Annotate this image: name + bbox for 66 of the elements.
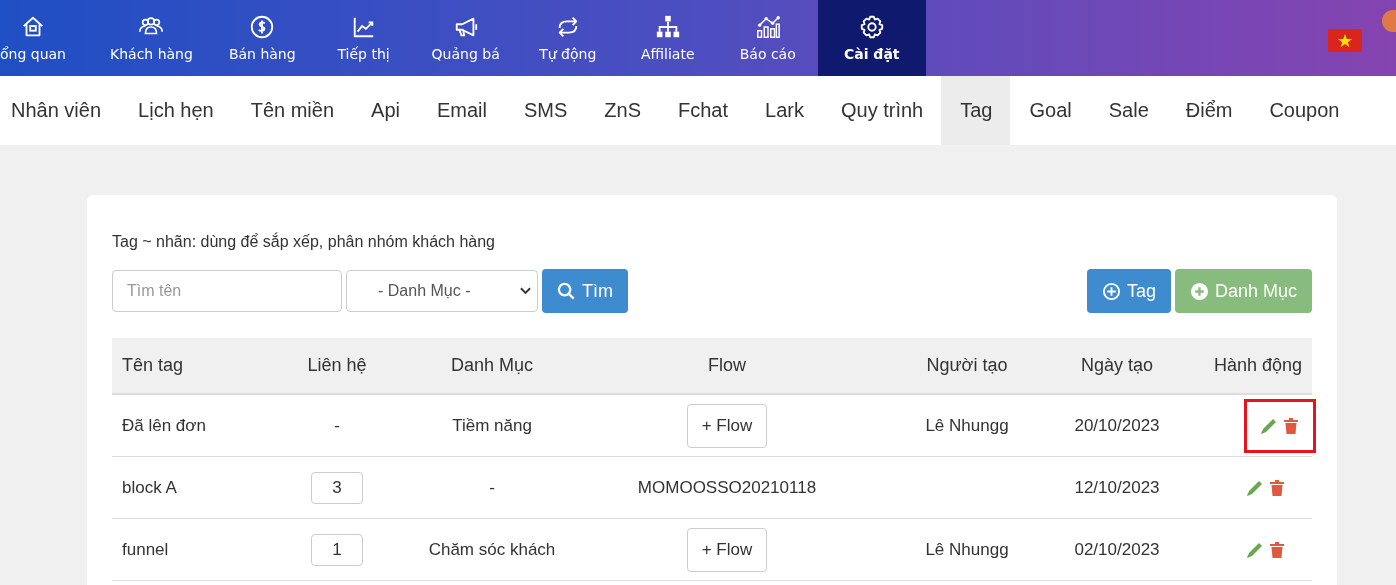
contact-count[interactable]: 1 <box>311 533 363 566</box>
created-date: 20/10/2023 <box>1074 415 1160 435</box>
settings-icon <box>858 14 885 40</box>
top-nav-item[interactable]: Tiếp thị <box>313 0 414 76</box>
settings-tab[interactable]: Tên miền <box>231 76 353 145</box>
top-nav-item[interactable]: Tự động <box>517 0 618 76</box>
contact-count: - <box>334 415 340 435</box>
settings-tab[interactable]: Quy trình <box>821 76 942 145</box>
top-nav-item[interactable]: Báo cáo <box>717 0 818 76</box>
settings-tab[interactable]: Lịch hẹn <box>119 76 232 145</box>
creator-name: Lê Nhungg <box>925 415 1009 435</box>
user-avatar[interactable] <box>1382 10 1396 32</box>
description-text: Tag ~ nhãn: dùng để sắp xếp, phân nhóm khách hàng <box>112 233 496 251</box>
category-name: Tiềm năng <box>452 415 532 435</box>
settings-tab[interactable]: Email <box>417 76 505 145</box>
creator-name: Lê Nhungg <box>925 539 1009 559</box>
add-flow-button[interactable]: + Flow <box>686 527 768 572</box>
settings-tab[interactable]: Coupon <box>1250 76 1358 145</box>
settings-tab[interactable]: SMS <box>505 76 586 145</box>
created-date: 12/10/2023 <box>1074 477 1160 497</box>
top-nav-item[interactable]: Cài đặt <box>817 0 926 76</box>
tag-name: funnel <box>122 539 169 559</box>
top-nav-item[interactable]: ổng quan <box>0 0 92 76</box>
settings-tab[interactable]: Tag <box>941 76 1011 145</box>
flow-name: MOMOOSSO20210118 <box>637 477 817 497</box>
created-date: 02/10/2023 <box>1074 539 1160 559</box>
top-nav-item[interactable]: Affiliate <box>617 0 718 76</box>
search-button[interactable]: Tìm <box>542 269 628 313</box>
trash-icon[interactable] <box>1281 415 1301 436</box>
settings-tab[interactable]: ZnS <box>585 76 659 145</box>
tag-name: block A <box>122 477 177 497</box>
column-header: Người tạo <box>882 338 1052 394</box>
sitemap-icon <box>654 14 681 40</box>
dollar-icon <box>249 14 276 40</box>
column-header: Danh Mục <box>412 338 572 394</box>
trash-icon[interactable] <box>1267 539 1287 560</box>
category-select[interactable]: - Danh Mục - <box>346 270 538 312</box>
column-header: Flow <box>572 338 882 394</box>
settings-tab[interactable]: Sale <box>1089 76 1167 145</box>
column-header: Hành động <box>1182 338 1312 394</box>
column-header: Liên hệ <box>262 338 412 394</box>
add-flow-button[interactable]: + Flow <box>686 403 768 448</box>
top-nav-item[interactable]: Bán hàng <box>210 0 314 76</box>
settings-tab[interactable]: Nhân viên <box>0 76 120 145</box>
vietnam-flag-icon[interactable] <box>1328 28 1362 52</box>
settings-tab[interactable]: Lark <box>746 76 822 145</box>
chevron-down-icon <box>520 287 531 295</box>
tag-name: Đã lên đơn <box>122 415 206 435</box>
category-name: Chăm sóc khách <box>428 539 556 559</box>
search-icon <box>557 281 576 301</box>
top-nav-item[interactable]: Quảng bá <box>413 0 518 76</box>
top-nav-item[interactable]: Khách hàng <box>92 0 211 76</box>
settings-tab[interactable]: Điểm <box>1166 76 1251 145</box>
settings-tab[interactable]: Goal <box>1010 76 1090 145</box>
column-header: Ngày tạo <box>1052 338 1182 394</box>
search-field[interactable]: Tìm tên <box>112 270 342 312</box>
trash-icon[interactable] <box>1267 477 1287 498</box>
plus-circle-icon <box>1101 281 1121 301</box>
category-name: - <box>489 477 495 497</box>
settings-tab[interactable]: Api <box>352 76 418 145</box>
settings-tab[interactable]: Fchat <box>659 76 747 145</box>
bar-chart-icon <box>754 14 781 40</box>
add-tag-button[interactable]: Tag <box>1086 269 1171 313</box>
contact-count[interactable]: 3 <box>311 471 363 504</box>
column-header: Tên tag <box>112 338 262 394</box>
plus-circle-icon <box>1189 281 1209 301</box>
